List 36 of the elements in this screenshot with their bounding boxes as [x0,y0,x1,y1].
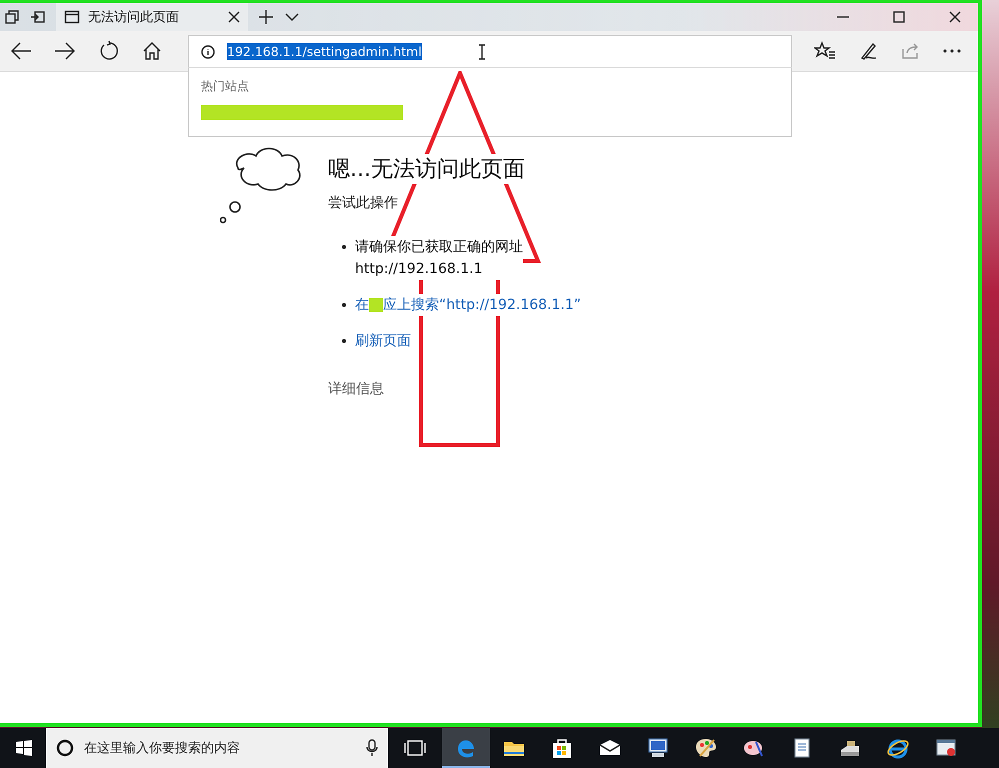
taskbar-search-field[interactable]: 在这里输入你要搜索的内容 [46,728,388,768]
home-icon[interactable] [142,41,162,61]
url-text: http://192.168.1.1 [355,258,523,280]
forward-arrow-icon[interactable] [54,41,76,61]
error-heading: 嗯...无法访问此页面 [328,154,525,184]
paint-palette-icon [694,736,718,760]
bullet-dot [342,245,346,249]
page-icon [64,9,80,25]
close-icon[interactable] [948,10,962,24]
info-icon [201,44,215,58]
bullet-dot [342,339,346,343]
close-icon[interactable] [228,11,240,23]
tabs-icon[interactable] [4,9,20,25]
more-icon[interactable] [942,48,962,54]
address-field[interactable]: 192.168.1.1/settingadmin.html [188,35,792,67]
windows-logo-icon[interactable] [16,740,32,756]
cortana-circle-icon [56,739,74,757]
refresh-icon[interactable] [98,40,120,62]
text-cursor-icon [478,44,486,60]
details-link[interactable]: 详细信息 [328,380,384,398]
set-aside-tabs-icon[interactable] [30,9,46,25]
tab-title: 无法访问此页面 [88,9,180,26]
bullet-dot [342,303,346,307]
back-arrow-icon[interactable] [10,41,32,61]
browser-tab[interactable]: 无法访问此页面 [56,3,248,31]
microphone-icon [366,739,378,757]
search-link[interactable]: 应上搜索“http://192.168.1.1” [383,294,582,316]
suggestions-heading: 热门站点 [201,78,250,95]
suggestion-text: 请确保你已获取正确的网址 [355,236,523,258]
task-view-icon[interactable] [404,739,426,757]
new-tab-icon[interactable] [258,9,274,25]
pen-icon[interactable] [858,41,878,61]
suggestion-heading: 尝试此操作 [328,194,398,212]
favorites-list-icon[interactable] [814,41,836,61]
maximize-icon[interactable] [892,10,906,24]
computer-icon [646,736,670,760]
